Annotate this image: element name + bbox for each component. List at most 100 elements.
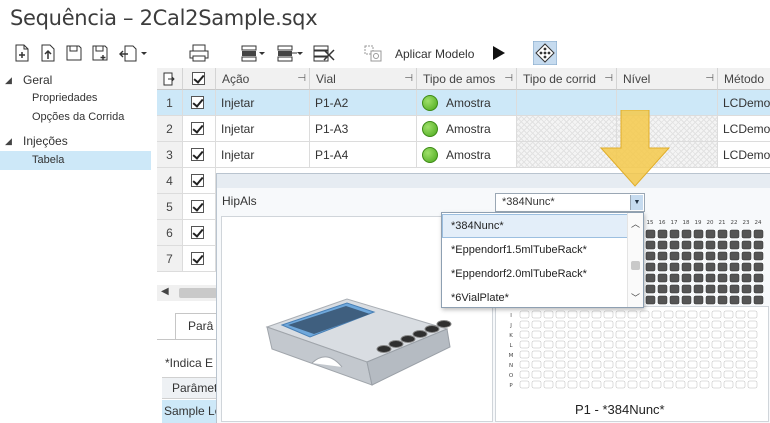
save-as-icon[interactable] — [91, 43, 109, 63]
plate-well[interactable] — [693, 229, 704, 239]
plate-well[interactable] — [699, 380, 710, 389]
plate-well[interactable] — [753, 229, 764, 239]
plate-well[interactable] — [615, 360, 626, 369]
plate-well[interactable] — [639, 370, 650, 379]
plate-well[interactable] — [591, 360, 602, 369]
plate-well[interactable] — [693, 295, 704, 305]
plate-well[interactable] — [567, 330, 578, 339]
plate-well[interactable] — [687, 330, 698, 339]
plate-well[interactable] — [555, 330, 566, 339]
table-row[interactable]: 1 Injetar P1-A2 Amostra LCDemo.a — [157, 90, 770, 116]
plate-well[interactable] — [639, 360, 650, 369]
column-header-acao[interactable]: Ação ⊣ — [216, 68, 310, 90]
plate-well[interactable] — [705, 284, 716, 294]
plate-well[interactable] — [657, 229, 668, 239]
plate-well[interactable] — [531, 320, 542, 329]
plate-well[interactable] — [555, 310, 566, 319]
plate-well[interactable] — [627, 370, 638, 379]
plate-well[interactable] — [627, 320, 638, 329]
column-header-metodo[interactable]: Método — [718, 68, 770, 90]
plate-well[interactable] — [729, 284, 740, 294]
plate-well[interactable] — [555, 370, 566, 379]
plate-well[interactable] — [675, 320, 686, 329]
cell-metodo[interactable]: LCDemo.a — [718, 116, 770, 142]
pin-icon[interactable]: ⊣ — [297, 68, 306, 89]
new-row-icon[interactable] — [13, 43, 31, 63]
plate-well[interactable] — [669, 273, 680, 283]
plate-well[interactable] — [705, 240, 716, 250]
column-chooser-icon[interactable] — [157, 68, 183, 90]
plate-well[interactable] — [735, 350, 746, 359]
plate-well[interactable] — [693, 240, 704, 250]
plate-well[interactable] — [675, 310, 686, 319]
plate-well[interactable] — [603, 360, 614, 369]
plate-well[interactable] — [741, 240, 752, 250]
plate-well[interactable] — [735, 310, 746, 319]
plate-well[interactable] — [579, 360, 590, 369]
plate-well[interactable] — [699, 370, 710, 379]
plate-well[interactable] — [663, 350, 674, 359]
parameter-column-header[interactable]: Parâmet — [162, 377, 217, 399]
plate-well[interactable] — [651, 380, 662, 389]
expand-caret-icon[interactable]: ◢ — [5, 71, 12, 90]
fill-down-icon[interactable] — [240, 43, 266, 63]
print-icon[interactable] — [188, 43, 210, 63]
plate-well[interactable] — [603, 310, 614, 319]
plate-well[interactable] — [657, 295, 668, 305]
plate-well[interactable] — [657, 284, 668, 294]
plate-well[interactable] — [543, 340, 554, 349]
scroll-left-icon[interactable]: ◀ — [161, 286, 169, 297]
plate-well[interactable] — [717, 251, 728, 261]
plate-well[interactable] — [519, 330, 530, 339]
plate-well[interactable] — [711, 370, 722, 379]
plate-well[interactable] — [639, 380, 650, 389]
plate-well[interactable] — [723, 340, 734, 349]
plate-well[interactable] — [639, 310, 650, 319]
rack-type-select[interactable]: *384Nunc* ▼ — [495, 193, 645, 212]
plate-well[interactable] — [747, 340, 758, 349]
plate-well[interactable] — [543, 360, 554, 369]
plate-well[interactable] — [735, 360, 746, 369]
plate-well[interactable] — [741, 273, 752, 283]
tree-group-geral[interactable]: ◢ Geral — [0, 71, 155, 90]
plate-well[interactable] — [519, 370, 530, 379]
plate-well[interactable] — [651, 320, 662, 329]
plate-well[interactable] — [753, 284, 764, 294]
plate-well[interactable] — [735, 370, 746, 379]
select-all-checkbox[interactable] — [183, 68, 216, 90]
plate-well[interactable] — [669, 229, 680, 239]
cell-tipo-amostra[interactable]: Amostra — [417, 116, 517, 142]
plate-well[interactable] — [627, 330, 638, 339]
plate-well[interactable] — [657, 273, 668, 283]
plate-well[interactable] — [699, 330, 710, 339]
plate-well[interactable] — [567, 370, 578, 379]
checkbox-icon[interactable] — [191, 148, 204, 161]
plate-well[interactable] — [675, 360, 686, 369]
plate-well[interactable] — [519, 350, 530, 359]
plate-well[interactable] — [705, 251, 716, 261]
plate-well[interactable] — [543, 350, 554, 359]
plate-well[interactable] — [705, 229, 716, 239]
cell-vial[interactable]: P1-A3 — [310, 116, 417, 142]
plate-well[interactable] — [675, 350, 686, 359]
plate-well[interactable] — [603, 380, 614, 389]
plate-well[interactable] — [531, 340, 542, 349]
plate-well[interactable] — [645, 251, 656, 261]
plate-well[interactable] — [747, 310, 758, 319]
plate-well[interactable] — [711, 380, 722, 389]
tab-parametros[interactable]: Parâ — [175, 313, 217, 339]
plate-well[interactable] — [591, 380, 602, 389]
plate-well[interactable] — [753, 240, 764, 250]
plate-well[interactable] — [567, 360, 578, 369]
plate-well[interactable] — [645, 284, 656, 294]
plate-well[interactable] — [663, 320, 674, 329]
plate-well[interactable] — [555, 380, 566, 389]
play-icon[interactable] — [492, 43, 506, 63]
plate-well[interactable] — [699, 360, 710, 369]
dropdown-option[interactable]: *6VialPlate* — [442, 286, 628, 310]
plate-well[interactable] — [729, 251, 740, 261]
plate-well[interactable] — [735, 380, 746, 389]
plate-well[interactable] — [717, 273, 728, 283]
horizontal-scrollbar[interactable]: ◀ — [157, 285, 217, 301]
plate-well[interactable] — [651, 360, 662, 369]
